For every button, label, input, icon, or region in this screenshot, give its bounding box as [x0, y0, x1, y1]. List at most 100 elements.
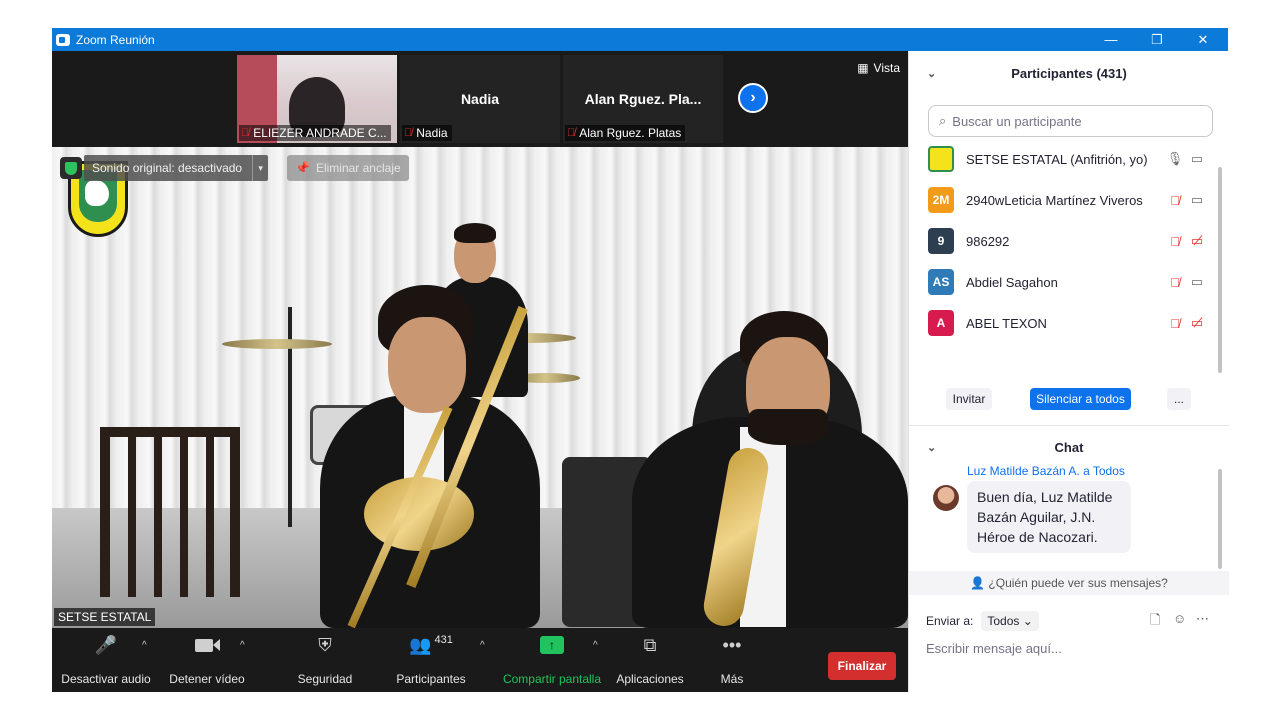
- microphone-icon[interactable]: 🎙: [1164, 151, 1186, 167]
- mic-muted-icon[interactable]: 🎙̸: [1164, 193, 1186, 208]
- share-screen-button[interactable]: ↑ Compartir pantalla: [500, 628, 604, 692]
- send-to-label: Enviar a:: [926, 614, 974, 628]
- share-screen-icon: ↑: [540, 636, 564, 654]
- participant-search-input[interactable]: ⌕ Buscar un participante: [928, 105, 1213, 137]
- participant-row[interactable]: AS Abdiel Sagahon 🎙̸ ▭: [928, 267, 1208, 297]
- chat-header: ⌄ Chat: [927, 439, 1084, 455]
- video-off-icon[interactable]: ▭̸: [1186, 315, 1208, 331]
- participants-scrollbar[interactable]: [1218, 167, 1222, 373]
- mic-muted-icon: 🎙̸: [567, 127, 576, 139]
- participant-tile[interactable]: Nadia 🎙̸ Nadia: [400, 55, 560, 143]
- chevron-down-icon: ⌄: [1022, 614, 1033, 628]
- participant-tile[interactable]: 🎙̸ ELIEZER ANDRADE C...: [237, 55, 397, 143]
- mute-audio-button[interactable]: 🎤 Desactivar audio: [60, 628, 152, 692]
- participant-row[interactable]: 9 986292 🎙̸ ▭̸: [928, 226, 1208, 256]
- original-sound-label[interactable]: Sonido original: desactivado: [84, 155, 253, 181]
- tile-big-name: Alan Rguez. Pla...: [584, 91, 702, 107]
- participants-button[interactable]: 👥 431 Participantes: [392, 628, 470, 692]
- video-camera-icon[interactable]: ▭: [1186, 274, 1208, 290]
- participant-row[interactable]: SETSE ESTATAL (Anfitrión, yo) 🎙 ▭: [928, 144, 1208, 174]
- window-title: Zoom Reunión: [76, 32, 155, 47]
- view-label: Vista: [873, 61, 900, 75]
- tile-name: Nadia: [416, 126, 448, 140]
- unpin-button[interactable]: 📌 Eliminar anclaje: [287, 155, 409, 181]
- microphone-icon: 🎤: [94, 634, 118, 655]
- send-to-row: Enviar a: Todos ⌄: [926, 611, 1039, 631]
- video-off-icon[interactable]: ▭̸: [1186, 233, 1208, 249]
- meeting-toolbar: 🎤 Desactivar audio ^ Detener vídeo ^ ⛨ S…: [52, 628, 908, 692]
- original-sound-dropdown[interactable]: ▾: [252, 155, 269, 181]
- tile-name: ELIEZER ANDRADE C...: [253, 126, 387, 140]
- share-options-caret[interactable]: ^: [593, 640, 598, 651]
- unpin-label: Eliminar anclaje: [315, 161, 401, 175]
- security-shield-icon: [60, 157, 82, 179]
- video-camera-icon[interactable]: ▭: [1186, 192, 1208, 208]
- tile-big-name: Nadia: [460, 91, 500, 107]
- participants-count: 431: [434, 634, 453, 646]
- participant-tile[interactable]: Alan Rguez. Pla... 🎙̸ Alan Rguez. Platas: [563, 55, 723, 143]
- avatar: A: [928, 310, 954, 336]
- chat-sender-line: Luz Matilde Bazán A. a Todos: [967, 464, 1125, 478]
- avatar: 2M: [928, 187, 954, 213]
- who-can-see-link[interactable]: 👤 ¿Quién puede ver sus mensajes?: [909, 571, 1229, 595]
- chat-scrollbar[interactable]: [1218, 469, 1222, 569]
- minimize-button[interactable]: —: [1088, 28, 1134, 51]
- avatar: [928, 146, 954, 172]
- mic-muted-icon: 🎙̸: [404, 127, 413, 139]
- right-sidebar: ⌄ Participantes (431) ⌕ Buscar un partic…: [908, 51, 1229, 692]
- participants-icon: 👥: [409, 634, 432, 655]
- collapse-chat-icon[interactable]: ⌄: [927, 441, 936, 454]
- file-icon[interactable]: 🗋: [1150, 611, 1160, 633]
- chat-message[interactable]: Buen día, Luz Matilde Bazán Aguilar, J.N…: [967, 481, 1131, 553]
- more-options-button[interactable]: ...: [1167, 388, 1191, 410]
- pin-icon: 📌: [295, 161, 310, 175]
- avatar: 9: [928, 228, 954, 254]
- audio-options-caret[interactable]: ^: [142, 640, 147, 651]
- avatar: [933, 485, 959, 511]
- video-options-caret[interactable]: ^: [240, 640, 245, 651]
- next-page-button[interactable]: ›: [738, 83, 768, 113]
- mute-all-button[interactable]: Silenciar a todos: [1030, 388, 1131, 410]
- participant-row[interactable]: A ABEL TEXON 🎙̸ ▭̸: [928, 308, 1208, 338]
- more-dots-icon[interactable]: ⋯: [1196, 611, 1209, 627]
- tile-name: Alan Rguez. Platas: [579, 126, 682, 140]
- mic-muted-icon: 🎙̸: [241, 127, 250, 139]
- people-lock-icon: 👤: [970, 576, 986, 590]
- zoom-app-icon: [56, 33, 70, 46]
- mic-muted-icon[interactable]: 🎙̸: [1164, 275, 1186, 290]
- mic-muted-icon[interactable]: 🎙̸: [1164, 234, 1186, 249]
- invite-button[interactable]: Invitar: [946, 388, 992, 410]
- apps-button[interactable]: ⧉ Aplicaciones: [614, 628, 686, 692]
- participant-row[interactable]: 2M 2940wLeticia Martínez Viveros 🎙̸ ▭: [928, 185, 1208, 215]
- thumbnail-strip: 🎙̸ ELIEZER ANDRADE C... Nadia 🎙̸ Nadia Ala…: [52, 51, 908, 147]
- grid-icon: ▦: [857, 61, 869, 75]
- emoji-icon[interactable]: ☺: [1173, 611, 1186, 626]
- main-video[interactable]: Sonido original: desactivado ▾ 📌 Elimina…: [52, 147, 908, 628]
- avatar: AS: [928, 269, 954, 295]
- more-button[interactable]: ••• Más: [708, 628, 756, 692]
- participants-header: ⌄ Participantes (431): [927, 65, 1127, 81]
- security-button[interactable]: ⛨ Seguridad: [290, 628, 360, 692]
- zoom-window: Zoom Reunión — ❐ ✕ 🎙̸ ELIEZER ANDRADE C..…: [52, 28, 1229, 692]
- end-meeting-button[interactable]: Finalizar: [828, 652, 896, 680]
- chair-shape: [100, 427, 240, 597]
- participants-options-caret[interactable]: ^: [480, 640, 485, 651]
- chat-message-input[interactable]: Escribir mensaje aquí...: [926, 641, 1062, 656]
- collapse-participants-icon[interactable]: ⌄: [927, 67, 936, 80]
- close-button[interactable]: ✕: [1180, 28, 1226, 51]
- video-camera-icon: [166, 628, 248, 662]
- view-button[interactable]: ▦ Vista: [857, 61, 900, 75]
- send-to-dropdown[interactable]: Todos ⌄: [981, 611, 1039, 631]
- search-icon: ⌕: [939, 113, 947, 128]
- more-dots-icon: •••: [722, 634, 742, 655]
- mic-muted-icon[interactable]: 🎙̸: [1164, 316, 1186, 331]
- stop-video-button[interactable]: Detener vídeo: [166, 628, 248, 692]
- apps-icon: ⧉: [643, 634, 657, 655]
- meeting-stage: 🎙̸ ELIEZER ANDRADE C... Nadia 🎙̸ Nadia Ala…: [52, 51, 908, 692]
- video-camera-icon[interactable]: ▭: [1186, 151, 1208, 167]
- original-sound-control[interactable]: Sonido original: desactivado ▾: [60, 155, 269, 181]
- restore-button[interactable]: ❐: [1134, 28, 1180, 51]
- shield-icon: ⛨: [318, 634, 332, 655]
- title-bar: Zoom Reunión — ❐ ✕: [52, 28, 1228, 51]
- speaker-name-label: SETSE ESTATAL: [54, 608, 156, 626]
